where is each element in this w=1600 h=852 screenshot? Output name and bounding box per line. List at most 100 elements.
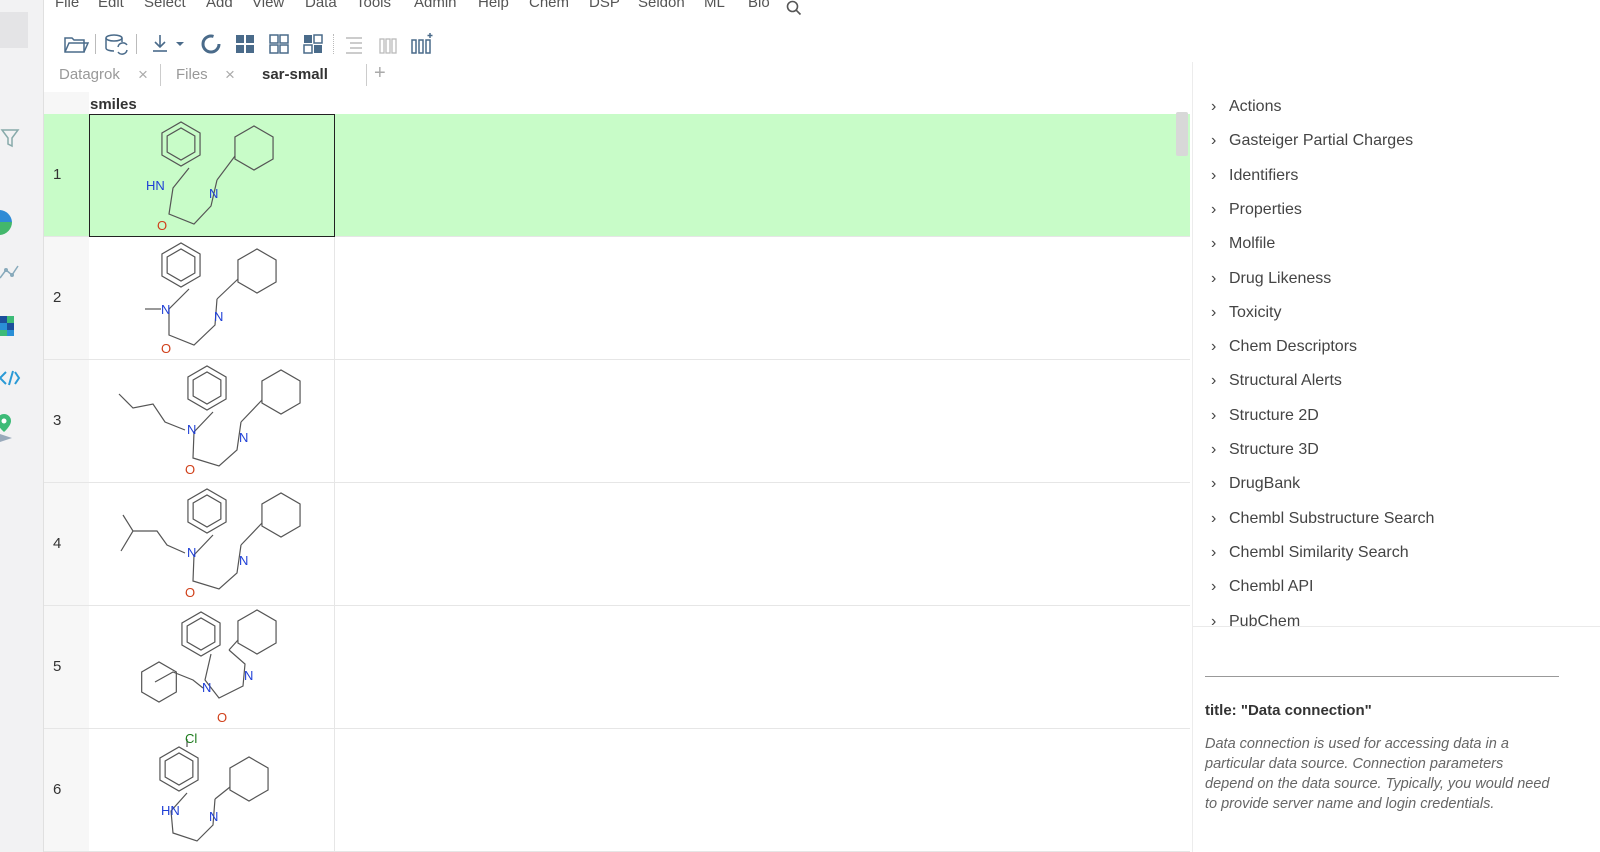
chevron-right-icon: › [1211, 338, 1217, 356]
chevron-right-icon: › [1211, 475, 1217, 493]
menu-select[interactable]: Select [144, 0, 186, 11]
molecule-cell[interactable]: NNO [89, 483, 335, 606]
menu-add[interactable]: Add [206, 0, 233, 11]
tab-datagrok[interactable]: Datagrok [59, 66, 120, 83]
line-chart-icon[interactable] [0, 258, 30, 288]
molecule-structure: NNO [141, 609, 277, 725]
menu-dsp[interactable]: DSP [589, 0, 620, 11]
accordion-item-drugbank[interactable]: › DrugBank [1211, 473, 1591, 503]
open-folder-icon[interactable] [62, 30, 90, 58]
menu-bar: File Edit Select Add View Data Tools Adm… [44, 0, 1194, 16]
layout-outline-icon[interactable] [266, 30, 294, 58]
atom-label: N [161, 302, 170, 317]
molecule-cell[interactable]: NNO [89, 237, 335, 360]
accordion-item-label: PubChem [1229, 612, 1301, 627]
molecule-structure: NNO [118, 365, 301, 477]
filter-icon[interactable] [0, 124, 30, 154]
sidebar-toggle-icon[interactable] [0, 12, 28, 48]
accordion-item-chem-descriptors[interactable]: › Chem Descriptors [1211, 336, 1591, 366]
tab-sar-small[interactable]: sar-small [262, 66, 328, 83]
molecule-structure: NNO [120, 488, 301, 600]
menu-admin[interactable]: Admin [414, 0, 457, 11]
left-sidebar [0, 0, 44, 852]
pie-chart-icon[interactable] [0, 206, 30, 236]
column-header-smiles[interactable]: smiles [90, 96, 137, 113]
tab-datagrok-close-icon[interactable]: × [138, 65, 148, 85]
heatmap-icon[interactable] [0, 312, 30, 342]
tab-files-close-icon[interactable]: × [225, 65, 235, 85]
row-number: 6 [53, 781, 62, 798]
molecule-structure: Cl HN N [159, 731, 269, 842]
accordion-item-toxicity[interactable]: › Toxicity [1211, 302, 1591, 332]
search-icon[interactable] [786, 0, 802, 16]
app-window: File Edit Select Add View Data Tools Adm… [0, 0, 1600, 852]
data-grid[interactable]: smiles 1 HN N O 2 N N O 3 N N O 4 N N O 5 N N O 6 Cl HN N [44, 92, 1192, 852]
molecule-cell[interactable]: NNO [89, 360, 335, 483]
map-pin-icon[interactable] [0, 412, 30, 442]
molecule-cell[interactable]: NNO [89, 606, 335, 729]
add-column-icon[interactable] [408, 30, 436, 58]
atom-label: HN [146, 178, 165, 193]
atom-label: N [244, 668, 253, 683]
table-row[interactable]: 1 HN N O [44, 114, 1190, 237]
menu-ml[interactable]: ML [704, 0, 725, 11]
accordion-item-pubchem[interactable]: › PubChem [1211, 611, 1591, 627]
rows-icon[interactable] [340, 30, 368, 58]
table-row[interactable]: 2 N N O [44, 237, 1190, 360]
menu-view[interactable]: View [252, 0, 284, 11]
menu-chem[interactable]: Chem [529, 0, 569, 11]
accordion-item-label: Molfile [1229, 235, 1276, 253]
accordion-item-drug-likeness[interactable]: › Drug Likeness [1211, 268, 1591, 298]
molecule-structure: HN N O [146, 121, 274, 233]
atom-label: O [185, 462, 195, 477]
menu-help[interactable]: Help [478, 0, 509, 11]
accordion-item-identifiers[interactable]: › Identifiers [1211, 165, 1591, 195]
accordion-item-chembl-api[interactable]: › Chembl API [1211, 576, 1591, 606]
atom-label: N [209, 809, 218, 824]
row-number: 1 [53, 166, 62, 183]
table-row[interactable]: 4 N N O [44, 483, 1190, 606]
accordion-item-chembl-similarity-search[interactable]: › Chembl Similarity Search [1211, 542, 1591, 572]
accordion-item-structure-2d[interactable]: › Structure 2D [1211, 405, 1591, 435]
accordion-item-actions[interactable]: › Actions [1211, 96, 1591, 126]
chevron-right-icon: › [1211, 166, 1217, 184]
code-icon[interactable] [0, 364, 30, 394]
refresh-icon[interactable] [198, 30, 226, 58]
database-sync-icon[interactable] [102, 30, 130, 58]
menu-edit[interactable]: Edit [98, 0, 124, 11]
accordion-item-molfile[interactable]: › Molfile [1211, 233, 1591, 263]
download-dropdown-icon[interactable] [148, 30, 188, 58]
table-row[interactable]: 6 Cl HN N [44, 729, 1190, 852]
row-number: 3 [53, 412, 62, 429]
chevron-right-icon: › [1211, 98, 1217, 115]
chevron-right-icon: › [1211, 441, 1217, 458]
help-title: title: "Data connection" [1205, 702, 1372, 719]
accordion-item-gasteiger-partial-charges[interactable]: › Gasteiger Partial Charges [1211, 130, 1591, 160]
chevron-right-icon: › [1211, 406, 1217, 424]
menu-bio[interactable]: Bio [748, 0, 770, 11]
accordion-item-label: Chembl API [1229, 578, 1314, 596]
accordion-item-structural-alerts[interactable]: › Structural Alerts [1211, 370, 1591, 400]
menu-seldon[interactable]: Seldon [638, 0, 685, 11]
row-number: 4 [53, 535, 62, 552]
menu-data[interactable]: Data [305, 0, 337, 11]
atom-label: N [209, 186, 218, 201]
accordion-item-label: Actions [1229, 98, 1282, 115]
table-row[interactable]: 5NNO [44, 606, 1190, 729]
molecule-cell[interactable]: HN N O [89, 114, 335, 237]
accordion-item-label: Drug Likeness [1229, 269, 1332, 287]
layout-grid-icon[interactable] [232, 30, 260, 58]
tab-files[interactable]: Files [176, 66, 208, 83]
add-tab-icon[interactable]: + [374, 62, 386, 85]
accordion-item-chembl-substructure-search[interactable]: › Chembl Substructure Search [1211, 508, 1591, 538]
menu-tools[interactable]: Tools [356, 0, 391, 11]
accordion-item-properties[interactable]: › Properties [1211, 199, 1591, 229]
menu-file[interactable]: File [55, 0, 79, 11]
columns-icon[interactable] [374, 30, 402, 58]
layout-mixed-icon[interactable] [300, 30, 328, 58]
table-row[interactable]: 3 N N O [44, 360, 1190, 483]
accordion-item-structure-3d[interactable]: › Structure 3D [1211, 439, 1591, 469]
property-accordion: › Actions › Gasteiger Partial Charges › Ident… [1193, 62, 1600, 626]
molecule-cell[interactable]: Cl HN N [89, 729, 335, 852]
vertical-scrollbar[interactable] [1176, 112, 1188, 156]
